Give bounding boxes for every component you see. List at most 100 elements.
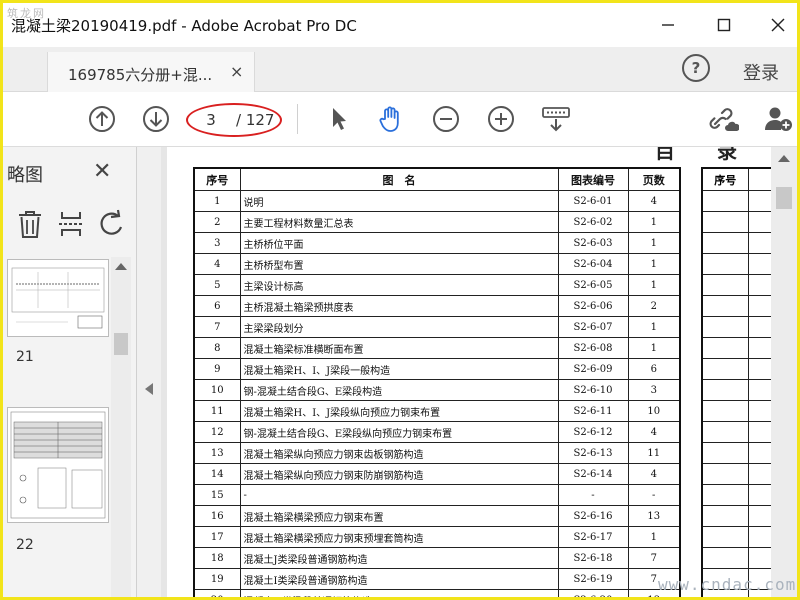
- tab-close-button[interactable]: ×: [230, 62, 243, 81]
- sidebar-collapse-strip[interactable]: [137, 147, 161, 597]
- cell-empty: [747, 442, 771, 464]
- cell-code: S2-6-03: [557, 232, 629, 254]
- cell-pages: 1: [627, 211, 681, 233]
- rotate-page-button[interactable]: [97, 209, 127, 239]
- cell-no: 10: [193, 379, 241, 401]
- table-row: 14 混凝土箱梁纵向预应力钢束防崩钢筋构造 S2-6-14 4: [193, 463, 681, 485]
- document-view[interactable]: 目 录 序号 图 名 图表编号 页数 1 说明 S2-6-01 4 2 主要工程材料数量汇…: [161, 147, 771, 597]
- share-link-button[interactable]: [709, 104, 739, 134]
- table-row: 18 混凝土J类梁段普通钢筋构造 S2-6-18 7: [193, 547, 681, 569]
- sidebar-scroll-thumb[interactable]: [114, 333, 128, 355]
- hand-tool-button[interactable]: [376, 104, 406, 134]
- table-row: 2 主要工程材料数量汇总表 S2-6-02 1: [193, 211, 681, 233]
- cell-pages: -: [627, 484, 681, 506]
- delete-page-button[interactable]: [15, 209, 45, 239]
- cell-pages: 1: [627, 253, 681, 275]
- minimize-button[interactable]: [653, 11, 683, 39]
- cell-empty: [701, 421, 749, 443]
- split-page-icon: [59, 212, 83, 236]
- arrow-down-circle-icon: [143, 106, 169, 132]
- page-thumbnail[interactable]: [7, 259, 109, 337]
- cell-pages: 3: [627, 379, 681, 401]
- cell-code: S2-6-19: [557, 568, 629, 590]
- title-bar: 筑龙网 混凝土梁20190419.pdf - Adobe Acrobat Pro…: [3, 3, 797, 47]
- toolbar: 3 / 127: [3, 92, 797, 147]
- cell-code: S2-6-02: [557, 211, 629, 233]
- table-row: 13 混凝土箱梁纵向预应力钢束齿板钢筋构造 S2-6-13 11: [193, 442, 681, 464]
- add-user-button[interactable]: [763, 104, 793, 134]
- drawing-index-table-continued: 序号: [701, 167, 771, 597]
- help-button[interactable]: ?: [682, 54, 710, 82]
- table-row: [701, 505, 771, 527]
- cell-empty: [701, 400, 749, 422]
- cell-pages: 1: [627, 526, 681, 548]
- cell-name: -: [239, 484, 559, 506]
- table-row: 12 钢-混凝土结合段G、E梁段纵向预应力钢束布置 S2-6-12 4: [193, 421, 681, 443]
- close-window-button[interactable]: [763, 11, 793, 39]
- table-row: 5 主梁设计标高 S2-6-05 1: [193, 274, 681, 296]
- table-row: [701, 484, 771, 506]
- extract-page-button[interactable]: [56, 209, 86, 239]
- table-row: [701, 547, 771, 569]
- column-header-pages: 页数: [627, 167, 681, 191]
- zoom-in-icon: [488, 106, 514, 132]
- cell-code: -: [557, 484, 629, 506]
- scroll-up-arrow[interactable]: [778, 155, 790, 162]
- cell-no: 16: [193, 505, 241, 527]
- cell-empty: [701, 274, 749, 296]
- page-thumbnail[interactable]: [7, 407, 109, 523]
- thumbnail-sidebar: 略图 ✕ 21 22: [3, 147, 137, 597]
- cell-name: 主桥桥位平面: [239, 232, 559, 254]
- maximize-button[interactable]: [709, 11, 739, 39]
- link-cloud-icon: [709, 108, 739, 131]
- table-row: [701, 316, 771, 338]
- hand-icon: [379, 106, 399, 132]
- cell-name: 混凝土I类梁段普通钢筋构造: [239, 568, 559, 590]
- collapse-left-icon[interactable]: [145, 383, 153, 395]
- cell-empty: [747, 421, 771, 443]
- select-tool-button[interactable]: [323, 104, 353, 134]
- table-row: 8 混凝土箱梁标准横断面布置 S2-6-08 1: [193, 337, 681, 359]
- tab-bar: 169785六分册+混... ×: [3, 47, 797, 92]
- table-header-row: 序号: [701, 167, 771, 191]
- window-title: 混凝土梁20190419.pdf - Adobe Acrobat Pro DC: [11, 17, 357, 35]
- cell-empty: [701, 190, 749, 212]
- cell-pages: 4: [627, 463, 681, 485]
- cell-code: S2-6-05: [557, 274, 629, 296]
- cell-empty: [701, 379, 749, 401]
- page-heading-left: 目: [655, 147, 675, 163]
- zoom-in-button[interactable]: [486, 104, 516, 134]
- previous-page-button[interactable]: [87, 104, 117, 134]
- table-row: 15- - -: [193, 484, 681, 506]
- cell-code: S2-6-01: [557, 190, 629, 212]
- cell-name: 混凝土箱梁标准横断面布置: [239, 337, 559, 359]
- cell-empty: [747, 337, 771, 359]
- cell-empty: [747, 379, 771, 401]
- login-button[interactable]: 登录: [743, 59, 779, 85]
- cell-no: 2: [193, 211, 241, 233]
- table-row: [701, 337, 771, 359]
- sidebar-scroll-up-arrow[interactable]: [115, 263, 127, 270]
- next-page-button[interactable]: [141, 104, 171, 134]
- table-row: [701, 379, 771, 401]
- cell-empty: [747, 295, 771, 317]
- keyboard-tool-button[interactable]: [541, 104, 571, 134]
- sidebar-close-button[interactable]: ✕: [93, 159, 111, 184]
- table-row: 7 主梁梁段划分 S2-6-07 1: [193, 316, 681, 338]
- cell-code: S2-6-10: [557, 379, 629, 401]
- cell-no: 12: [193, 421, 241, 443]
- cell-code: S2-6-08: [557, 337, 629, 359]
- table-row: [701, 253, 771, 275]
- cell-code: S2-6-14: [557, 463, 629, 485]
- cell-empty: [701, 505, 749, 527]
- cell-empty: [747, 547, 771, 569]
- scroll-thumb[interactable]: [776, 187, 792, 209]
- document-scrollbar[interactable]: [771, 147, 797, 597]
- watermark-text: www.cndac.com: [658, 575, 797, 594]
- table-row: [701, 358, 771, 380]
- sidebar-scrollbar[interactable]: [111, 257, 131, 597]
- cell-name: 主桥混凝土箱梁预拱度表: [239, 295, 559, 317]
- cell-empty: [701, 337, 749, 359]
- tab-document[interactable]: 169785六分册+混... ×: [47, 52, 255, 92]
- zoom-out-button[interactable]: [431, 104, 461, 134]
